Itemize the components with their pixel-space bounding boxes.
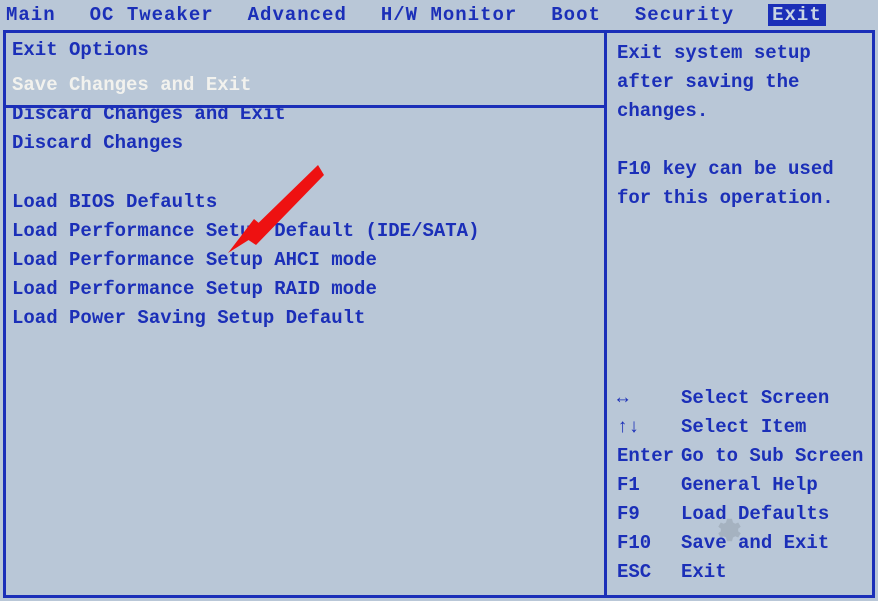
legend-row: ESCExit <box>617 558 866 587</box>
legend-key-f9: F9 <box>617 500 681 529</box>
menubar-item-advanced[interactable]: Advanced <box>248 4 347 26</box>
help-line: Exit system setup <box>617 39 862 68</box>
content-frame: Exit Options Save Changes and Exit Disca… <box>3 30 875 598</box>
option-load-performance-ahci[interactable]: Load Performance Setup AHCI mode <box>12 246 598 275</box>
help-pane: Exit system setup after saving the chang… <box>607 33 872 595</box>
legend-row: EnterGo to Sub Screen <box>617 442 866 471</box>
help-line: after saving the <box>617 68 862 97</box>
legend-row: ↑↓Select Item <box>617 413 866 442</box>
option-save-changes-and-exit[interactable]: Save Changes and Exit <box>12 71 598 100</box>
key-legend: ↔Select Screen ↑↓Select Item EnterGo to … <box>617 384 866 587</box>
menubar-item-boot[interactable]: Boot <box>551 4 601 26</box>
legend-key-enter: Enter <box>617 442 681 471</box>
options-group-2: Load BIOS Defaults Load Performance Setu… <box>12 188 598 333</box>
option-discard-changes[interactable]: Discard Changes <box>12 129 598 158</box>
legend-label: Select Item <box>681 413 866 442</box>
option-load-performance-ide-sata[interactable]: Load Performance Setup Default (IDE/SATA… <box>12 217 598 246</box>
legend-row: F1General Help <box>617 471 866 500</box>
legend-key-arrows-lr: ↔ <box>617 384 681 413</box>
options-group-1: Save Changes and Exit Discard Changes an… <box>12 71 598 158</box>
help-line: for this operation. <box>617 184 862 213</box>
menubar-item-exit[interactable]: Exit <box>768 4 826 26</box>
option-load-performance-raid[interactable]: Load Performance Setup RAID mode <box>12 275 598 304</box>
legend-key-arrows-ud: ↑↓ <box>617 413 681 442</box>
legend-row: ↔Select Screen <box>617 384 866 413</box>
legend-label: Go to Sub Screen <box>681 442 866 471</box>
exit-options-pane: Exit Options Save Changes and Exit Disca… <box>6 33 604 595</box>
legend-row: F9Load Defaults <box>617 500 866 529</box>
section-title: Exit Options <box>12 39 598 61</box>
legend-label: Select Screen <box>681 384 866 413</box>
legend-key-f10: F10 <box>617 529 681 558</box>
legend-label: Save and Exit <box>681 529 866 558</box>
bios-menubar: Main OC Tweaker Advanced H/W Monitor Boo… <box>0 0 878 32</box>
legend-label: General Help <box>681 471 866 500</box>
option-load-power-saving[interactable]: Load Power Saving Setup Default <box>12 304 598 333</box>
legend-key-esc: ESC <box>617 558 681 587</box>
help-text: Exit system setup after saving the chang… <box>617 39 862 213</box>
legend-row: F10Save and Exit <box>617 529 866 558</box>
legend-label: Exit <box>681 558 866 587</box>
menubar-item-main[interactable]: Main <box>6 4 56 26</box>
option-discard-changes-and-exit[interactable]: Discard Changes and Exit <box>12 100 598 129</box>
option-load-bios-defaults[interactable]: Load BIOS Defaults <box>12 188 598 217</box>
legend-label: Load Defaults <box>681 500 866 529</box>
menubar-item-security[interactable]: Security <box>635 4 734 26</box>
legend-key-f1: F1 <box>617 471 681 500</box>
help-line: changes. <box>617 97 862 126</box>
menubar-item-oc-tweaker[interactable]: OC Tweaker <box>90 4 214 26</box>
menubar-item-hw-monitor[interactable]: H/W Monitor <box>381 4 517 26</box>
help-line: F10 key can be used <box>617 155 862 184</box>
